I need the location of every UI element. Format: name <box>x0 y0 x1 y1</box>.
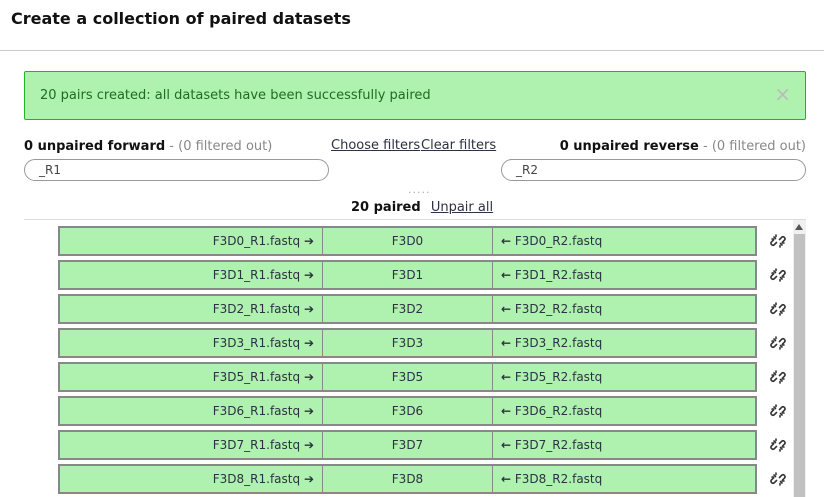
forward-filter-input[interactable]: _R1 <box>24 159 329 181</box>
unlink-icon[interactable] <box>770 301 786 317</box>
forward-dataset[interactable]: F3D7_R1.fastq ➔ <box>60 432 323 458</box>
pair-row[interactable]: F3D8_R1.fastq ➔ F3D8 ← F3D8_R2.fastq <box>58 464 757 494</box>
forward-dataset[interactable]: F3D5_R1.fastq ➔ <box>60 364 323 390</box>
arrow-right-icon: ➔ <box>303 404 314 418</box>
forward-dataset[interactable]: F3D2_R1.fastq ➔ <box>60 296 323 322</box>
pair-name[interactable]: F3D1 <box>323 262 493 288</box>
arrow-right-icon: ➔ <box>303 438 314 452</box>
reverse-dataset[interactable]: ← F3D7_R2.fastq <box>493 432 755 458</box>
success-alert: 20 pairs created: all datasets have been… <box>24 71 806 120</box>
paired-count: 20 paired <box>351 200 421 215</box>
arrow-right-icon: ➔ <box>303 336 314 350</box>
reverse-dataset-name: F3D6_R2.fastq <box>514 404 603 418</box>
arrow-right-icon: ➔ <box>303 472 314 486</box>
reverse-dataset[interactable]: ← F3D8_R2.fastq <box>493 466 755 492</box>
pair-name[interactable]: F3D0 <box>323 228 493 254</box>
unlink-icon[interactable] <box>770 267 786 283</box>
reverse-dataset-name: F3D7_R2.fastq <box>514 438 603 452</box>
choose-filters-link[interactable]: Choose filters <box>331 138 420 153</box>
arrow-left-icon: ← <box>501 472 512 486</box>
clear-filters-link[interactable]: Clear filters <box>421 138 496 153</box>
reverse-dataset[interactable]: ← F3D3_R2.fastq <box>493 330 755 356</box>
arrow-left-icon: ← <box>501 438 512 452</box>
unpaired-reverse-header: 0 unpaired reverse - (0 filtered out) <box>560 139 806 154</box>
close-icon[interactable]: × <box>774 84 791 104</box>
forward-dataset-name: F3D8_R1.fastq <box>212 472 301 486</box>
page-title: Create a collection of paired datasets <box>11 9 351 28</box>
forward-dataset-name: F3D5_R1.fastq <box>212 370 301 384</box>
arrow-right-icon: ➔ <box>303 302 314 316</box>
pair-row[interactable]: F3D3_R1.fastq ➔ F3D3 ← F3D3_R2.fastq <box>58 328 757 358</box>
reverse-dataset-name: F3D0_R2.fastq <box>514 234 603 248</box>
forward-filtered-count: - (0 filtered out) <box>165 139 273 154</box>
forward-dataset-name: F3D2_R1.fastq <box>212 302 301 316</box>
pair-row[interactable]: F3D5_R1.fastq ➔ F3D5 ← F3D5_R2.fastq <box>58 362 757 392</box>
reverse-dataset-name: F3D5_R2.fastq <box>514 370 603 384</box>
pair-row[interactable]: F3D7_R1.fastq ➔ F3D7 ← F3D7_R2.fastq <box>58 430 757 460</box>
reverse-filter-input[interactable]: _R2 <box>501 159 806 181</box>
forward-dataset[interactable]: F3D8_R1.fastq ➔ <box>60 466 323 492</box>
unpaired-forward-header: 0 unpaired forward - (0 filtered out) <box>24 139 272 154</box>
unlink-icon[interactable] <box>770 403 786 419</box>
pair-name[interactable]: F3D2 <box>323 296 493 322</box>
arrow-right-icon: ➔ <box>303 370 314 384</box>
arrow-left-icon: ← <box>501 302 512 316</box>
arrow-left-icon: ← <box>501 336 512 350</box>
arrow-right-icon: ➔ <box>303 268 314 282</box>
reverse-dataset[interactable]: ← F3D5_R2.fastq <box>493 364 755 390</box>
scrollbar[interactable] <box>793 220 806 497</box>
unlink-icon[interactable] <box>770 335 786 351</box>
paired-header: 20 paired Unpair all <box>351 200 493 215</box>
forward-dataset[interactable]: F3D6_R1.fastq ➔ <box>60 398 323 424</box>
reverse-dataset[interactable]: ← F3D0_R2.fastq <box>493 228 755 254</box>
unpaired-reverse-count: 0 unpaired reverse <box>559 139 699 154</box>
scrollbar-thumb[interactable] <box>794 234 805 497</box>
pair-name[interactable]: F3D5 <box>323 364 493 390</box>
pair-row[interactable]: F3D1_R1.fastq ➔ F3D1 ← F3D1_R2.fastq <box>58 260 757 290</box>
modal-header: Create a collection of paired datasets <box>0 0 824 51</box>
pair-row[interactable]: F3D2_R1.fastq ➔ F3D2 ← F3D2_R2.fastq <box>58 294 757 324</box>
unpair-all-link[interactable]: Unpair all <box>431 200 493 215</box>
arrow-left-icon: ← <box>501 404 512 418</box>
arrow-left-icon: ← <box>501 370 512 384</box>
forward-dataset[interactable]: F3D3_R1.fastq ➔ <box>60 330 323 356</box>
forward-dataset-name: F3D0_R1.fastq <box>212 234 301 248</box>
unlink-icon[interactable] <box>770 233 786 249</box>
scroll-up-icon[interactable] <box>795 224 803 230</box>
reverse-dataset[interactable]: ← F3D6_R2.fastq <box>493 398 755 424</box>
reverse-dataset[interactable]: ← F3D1_R2.fastq <box>493 262 755 288</box>
forward-dataset[interactable]: F3D0_R1.fastq ➔ <box>60 228 323 254</box>
forward-dataset[interactable]: F3D1_R1.fastq ➔ <box>60 262 323 288</box>
unlink-icon[interactable] <box>770 437 786 453</box>
reverse-filtered-count: - (0 filtered out) <box>698 139 806 154</box>
reverse-dataset-name: F3D3_R2.fastq <box>514 336 603 350</box>
alert-message: 20 pairs created: all datasets have been… <box>40 88 431 103</box>
pair-name[interactable]: F3D8 <box>323 466 493 492</box>
arrow-left-icon: ← <box>501 268 512 282</box>
pair-name[interactable]: F3D3 <box>323 330 493 356</box>
reverse-dataset-name: F3D8_R2.fastq <box>514 472 603 486</box>
pair-row[interactable]: F3D6_R1.fastq ➔ F3D6 ← F3D6_R2.fastq <box>58 396 757 426</box>
unlink-icon[interactable] <box>770 471 786 487</box>
pair-name[interactable]: F3D6 <box>323 398 493 424</box>
forward-dataset-name: F3D7_R1.fastq <box>212 438 301 452</box>
forward-dataset-name: F3D3_R1.fastq <box>212 336 301 350</box>
resize-handle[interactable]: ..... <box>408 183 430 196</box>
reverse-dataset[interactable]: ← F3D2_R2.fastq <box>493 296 755 322</box>
unpaired-forward-count: 0 unpaired forward <box>24 139 166 154</box>
pair-name[interactable]: F3D7 <box>323 432 493 458</box>
forward-dataset-name: F3D1_R1.fastq <box>212 268 301 282</box>
arrow-left-icon: ← <box>501 234 512 248</box>
pair-row[interactable]: F3D0_R1.fastq ➔ F3D0 ← F3D0_R2.fastq <box>58 226 757 256</box>
reverse-dataset-name: F3D2_R2.fastq <box>514 302 603 316</box>
paired-list: F3D0_R1.fastq ➔ F3D0 ← F3D0_R2.fastq F3D1_R… <box>24 219 806 497</box>
reverse-dataset-name: F3D1_R2.fastq <box>514 268 603 282</box>
arrow-right-icon: ➔ <box>303 234 314 248</box>
forward-dataset-name: F3D6_R1.fastq <box>212 404 301 418</box>
unlink-icon[interactable] <box>770 369 786 385</box>
